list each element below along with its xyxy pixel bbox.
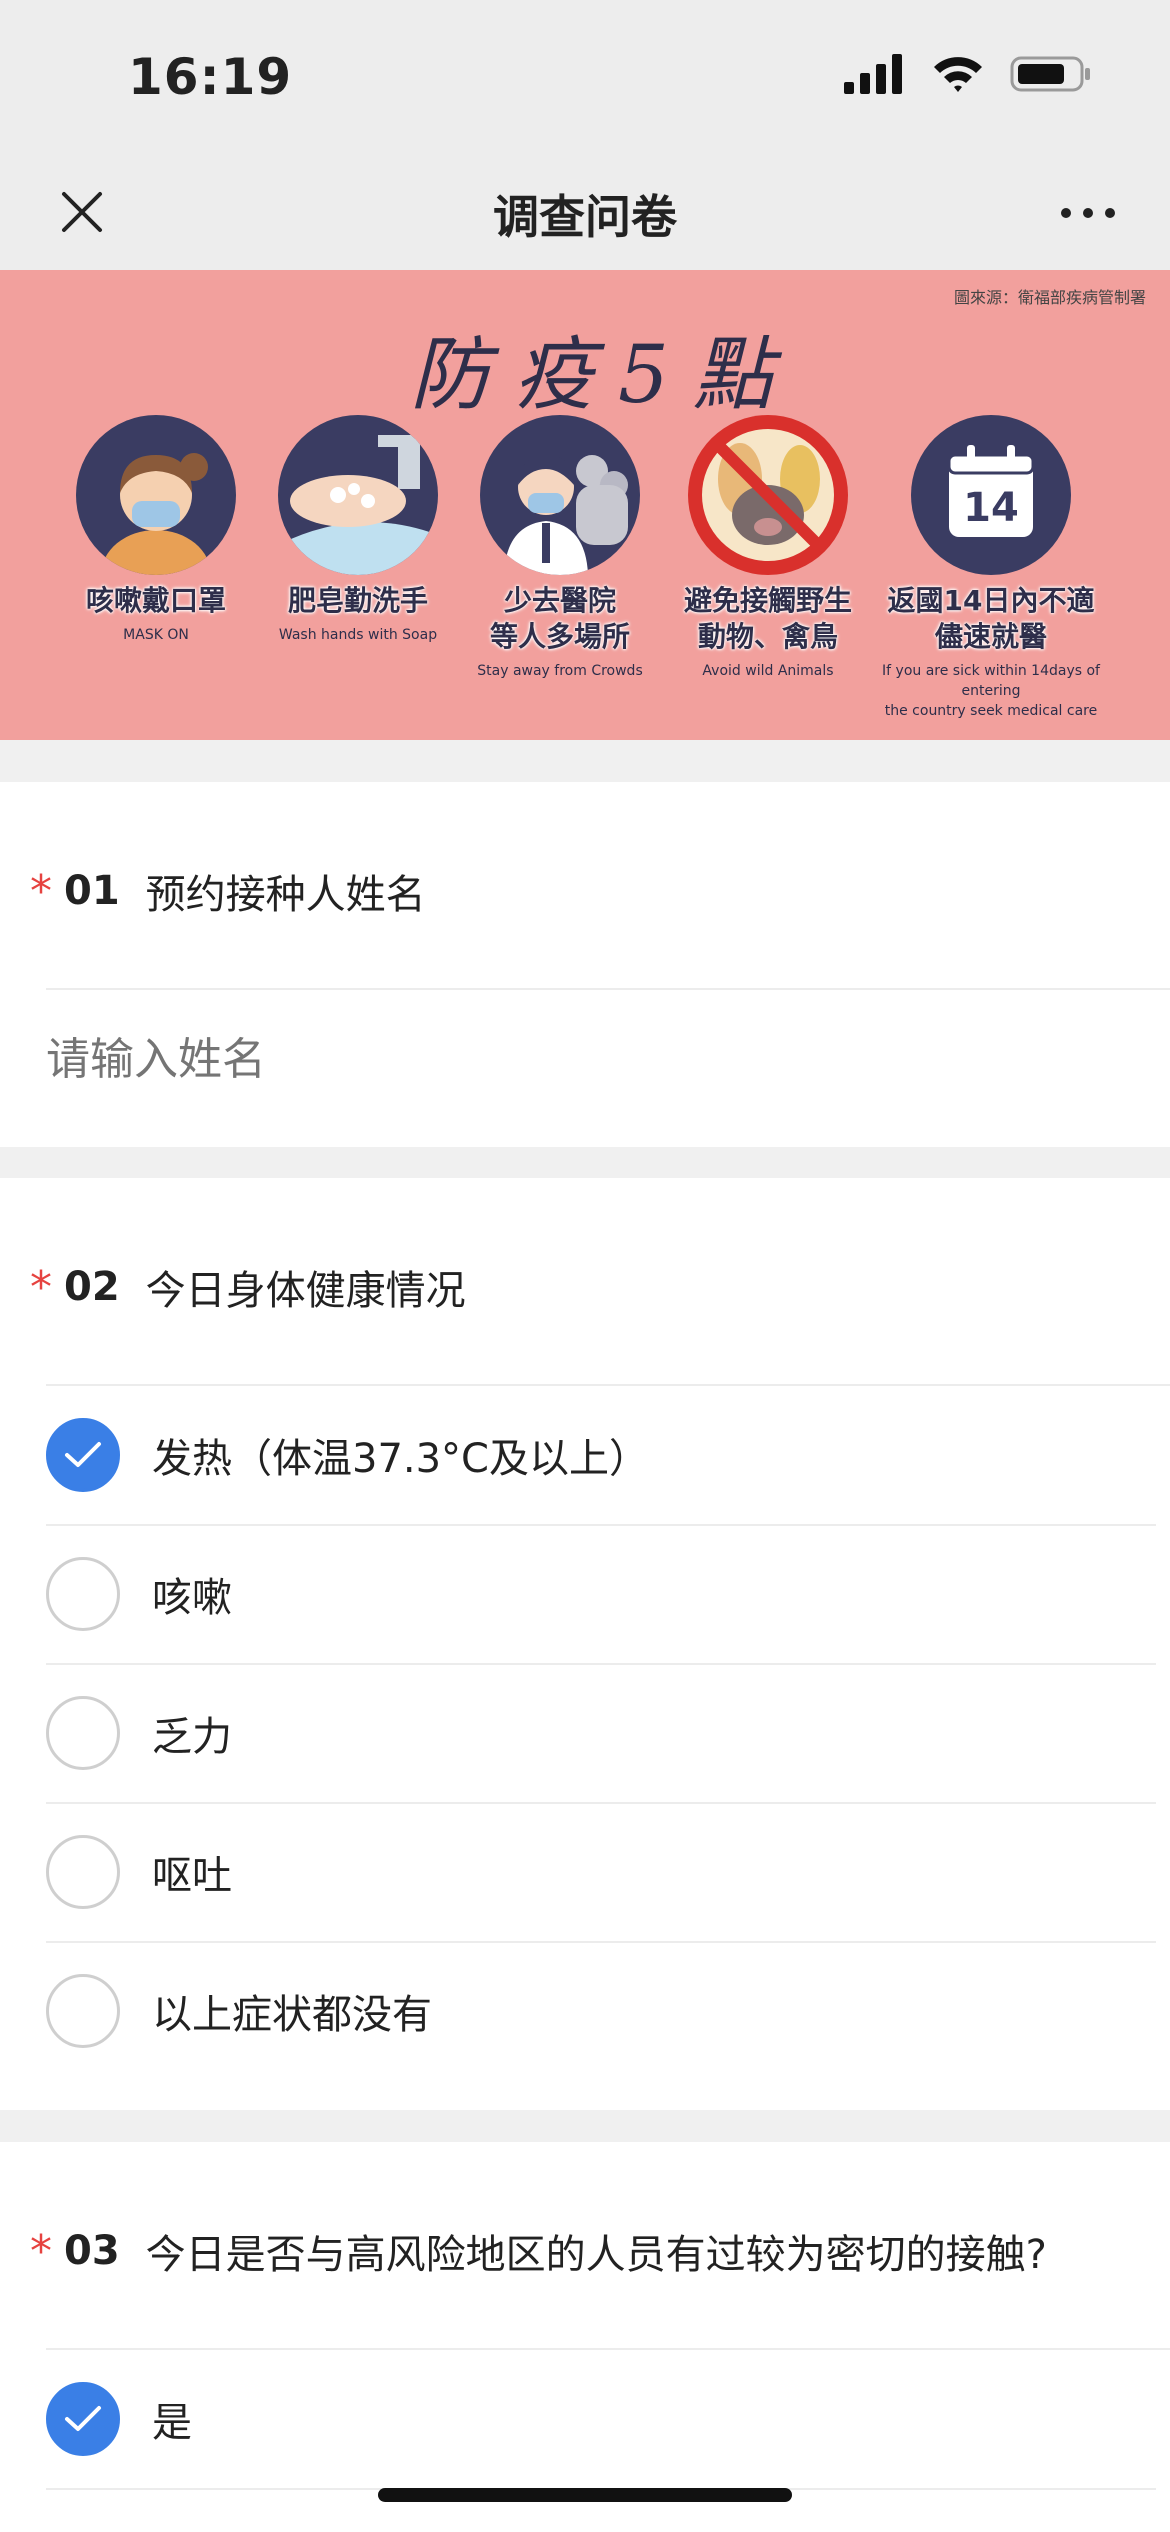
more-icon[interactable] [1054,185,1122,241]
status-time: 16:19 [128,48,293,106]
no-wild-animals-icon [688,415,848,575]
status-icons [844,54,1092,94]
question-number: 01 [64,868,120,914]
cellular-signal-icon [844,54,902,94]
option-label: 呕吐 [152,1853,232,1899]
option-label: 发热（体温37.3°C及以上） [152,1436,649,1482]
checkbox-unchecked[interactable] [46,1696,120,1770]
question-title: * 02 今日身体健康情况 [30,1258,466,1316]
calendar-number: 14 [963,485,1019,531]
status-bar: 16:19 [0,0,1170,155]
checkbox-unchecked[interactable] [46,1835,120,1909]
question-title: * 03 今日是否与高风险地区的人员有过较为密切的接触? [30,2222,1047,2280]
required-mark: * [30,865,52,917]
option-vomit[interactable]: 呕吐 [46,1803,1156,1943]
question-number: 03 [64,2228,120,2274]
option-label: 是 [152,2400,192,2446]
question-number: 02 [64,1264,120,1310]
tip-crowd: 少去醫院 等人多場所 Stay away from Crowds [460,415,660,681]
handwash-icon [278,415,438,575]
checkbox-checked[interactable] [46,2382,120,2456]
tip-handwash: 肥皂勤洗手 Wash hands with Soap [258,415,458,645]
tip-mask: 咳嗽戴口罩 MASK ON [56,415,256,645]
banner-title: 防疫5點 [410,328,797,421]
option-label: 乏力 [152,1714,232,1760]
tip-label: 避免接觸野生 動物、禽鳥 [683,584,852,653]
tip-label: 少去醫院 等人多場所 [489,584,630,653]
checkmark-icon [65,1442,101,1467]
tip-animals: 避免接觸野生 動物、禽鳥 Avoid wild Animals [668,415,868,681]
tip-label-en: Stay away from Crowds [477,663,643,679]
option-cough[interactable]: 咳嗽 [46,1525,1156,1665]
name-input[interactable] [46,1034,1116,1085]
navbar: 调查问卷 [0,155,1170,270]
question-text: 今日身体健康情况 [145,1268,466,1314]
tip-label: 返國14日內不適 儘速就醫 [887,584,1095,653]
tip-label-en: Wash hands with Soap [278,627,438,643]
calendar-icon: 14 [911,415,1071,575]
option-fatigue[interactable]: 乏力 [46,1664,1156,1804]
page-title: 调查问卷 [493,190,677,244]
tip-label: 肥皂勤洗手 [287,584,428,617]
question-title: * 01 预约接种人姓名 [30,862,426,920]
divider [46,988,1170,990]
tip-label-en: Avoid wild Animals [702,663,834,679]
checkbox-unchecked[interactable] [46,1974,120,2048]
question-card-02: * 02 今日身体健康情况 发热（体温37.3°C及以上） 咳嗽 乏力 呕吐 以… [0,1178,1170,2110]
required-mark: * [30,1261,52,1313]
crowd-avoid-icon [480,415,640,575]
checkmark-icon [65,2406,101,2431]
option-label: 以上症状都没有 [152,1992,432,2038]
option-yes[interactable]: 是 [46,2350,1156,2490]
banner-source: 圖來源：衛福部疾病管制署 [953,288,1146,307]
question-text: 今日是否与高风险地区的人员有过较为密切的接触? [145,2232,1047,2278]
question-card-03: * 03 今日是否与高风险地区的人员有过较为密切的接触? 是 [0,2142,1170,2532]
option-label: 咳嗽 [152,1575,232,1621]
tip-label-en: If you are sick within 14days of enterin… [882,663,1100,719]
battery-icon [1010,56,1090,92]
option-fever[interactable]: 发热（体温37.3°C及以上） [46,1386,1156,1526]
mask-person-icon [76,415,236,575]
option-none[interactable]: 以上症状都没有 [46,1942,1156,2080]
wifi-icon [934,57,982,92]
tip-label: 咳嗽戴口罩 [85,584,226,617]
epidemic-prevention-banner: 圖來源：衛福部疾病管制署 防疫5點 咳嗽戴口罩 MASK ON 肥皂勤洗手 Wa… [0,270,1170,740]
required-mark: * [30,2225,52,2277]
home-indicator [378,2488,792,2502]
checkbox-checked[interactable] [46,1418,120,1492]
tip-label-en: MASK ON [123,627,189,643]
tip-return: 14 返國14日內不適 儘速就醫 If you are sick within … [876,415,1106,721]
checkbox-unchecked[interactable] [46,1557,120,1631]
question-card-01: * 01 预约接种人姓名 [0,782,1170,1147]
question-text: 预约接种人姓名 [145,872,426,918]
